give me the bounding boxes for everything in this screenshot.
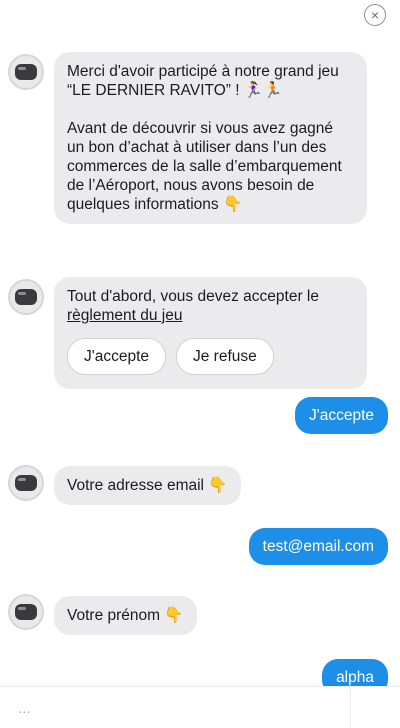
composer-divider [350,687,351,728]
bot-message-intro: Merci d'avoir participé à notre grand je… [54,52,367,224]
user-message: test@email.com [248,528,388,565]
bot-message-email: Votre adresse email 👇 [54,466,241,505]
accept-button[interactable]: J'accepte [67,338,166,375]
bot-message-rules: Tout d'abord, vous devez accepter le règl… [54,277,367,389]
top-bar: × [0,0,400,28]
rules-link[interactable]: règlement du jeu [67,307,182,324]
bot-avatar [8,594,44,630]
bot-avatar [8,279,44,315]
intro-info-paragraph: Avant de découvrir si vous avez gagné un… [67,120,342,213]
rules-text: Tout d'abord, vous devez accepter le [67,288,319,305]
bot-avatar [8,54,44,90]
intro-line: Merci d'avoir participé à notre grand je… [67,63,339,80]
chat-thread: Merci d'avoir participé à notre grand je… [0,0,400,728]
quick-reply-choices: J'accepte Je refuse [67,338,354,375]
bot-avatar [8,465,44,501]
message-composer [0,686,400,728]
game-name-line: “LE DERNIER RAVITO” ! 🏃‍♀️🏃 [67,82,283,99]
refuse-button[interactable]: Je refuse [176,338,274,375]
close-icon[interactable]: × [364,4,386,26]
user-message: J'accepte [295,397,388,434]
bot-message-firstname: Votre prénom 👇 [54,596,197,635]
message-input[interactable] [8,693,344,723]
